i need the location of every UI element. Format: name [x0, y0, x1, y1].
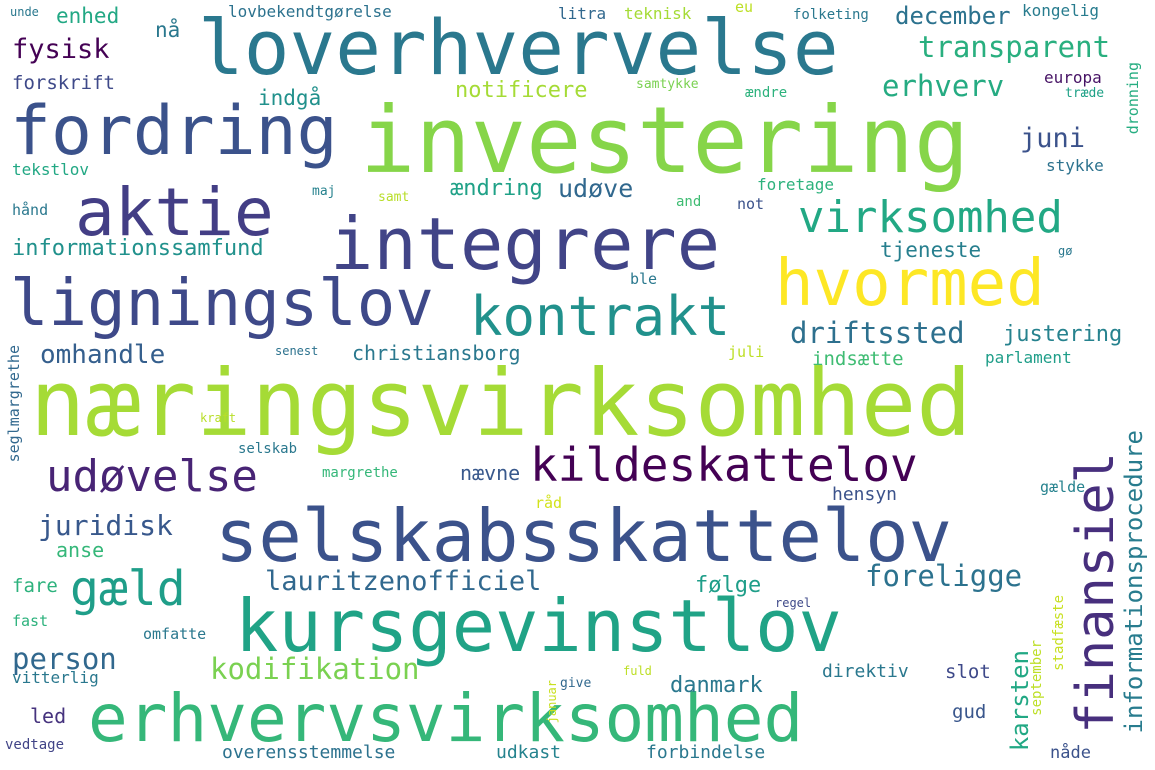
word-transparent: transparent [918, 30, 1111, 64]
word-parlament: parlament [985, 348, 1072, 367]
word-foretage: foretage [757, 175, 835, 194]
word-senest: senest [275, 344, 319, 358]
word-udoeve: udøve [558, 174, 634, 203]
word-fuld: fuld [623, 664, 652, 678]
word-danmark: danmark [670, 673, 763, 698]
word-teknisk: teknisk [624, 4, 692, 23]
word-cloud: næringsvirksomhed investering loverhverv… [0, 0, 1155, 770]
word-erhverv: erhverv [882, 69, 1005, 103]
word-kongelig: kongelig [1022, 1, 1100, 20]
word-folketing: folketing [793, 7, 869, 23]
word-omfatte: omfatte [143, 625, 207, 643]
word-tjeneste: tjeneste [880, 238, 982, 262]
word-december: december [895, 2, 1011, 30]
word-gaelde: gælde [1040, 478, 1086, 496]
word-samt: samt [378, 190, 410, 205]
word-forbindelse: forbindelse [646, 742, 766, 763]
word-naade: nåde [1050, 743, 1091, 763]
word-januar: januar [545, 680, 559, 724]
word-regel: regel [775, 596, 812, 610]
word-overensstemmelse: overensstemmelse [222, 742, 396, 763]
word-slot: slot [945, 661, 991, 683]
word-lovbekendtgoerelse: lovbekendtgørelse [228, 2, 392, 21]
word-virksomhed: virksomhed [798, 192, 1063, 243]
word-informationsprocedure: informationsprocedure [1120, 430, 1148, 734]
word-unde: unde [10, 5, 39, 19]
word-maj: maj [312, 184, 336, 199]
word-foelge: følge [695, 573, 762, 598]
word-traede: træde [1065, 86, 1105, 101]
word-kraft: kraft [200, 411, 237, 425]
word-justering: justering [1003, 322, 1123, 347]
word-juni: juni [1020, 123, 1086, 154]
word-give: give [560, 676, 592, 691]
word-foreligge: foreligge [865, 559, 1023, 593]
word-loverhvervelse: loverhvervelse [198, 3, 839, 92]
word-september: september [1029, 640, 1045, 716]
word-led: led [30, 704, 67, 728]
word-lauritzenofficiel: lauritzenofficiel [265, 566, 542, 597]
word-eu: eu [735, 0, 754, 16]
word-gaeld: gæld [70, 561, 186, 617]
word-litra: litra [558, 4, 607, 23]
word-gud: gud [952, 701, 987, 723]
word-direktiv: direktiv [822, 661, 909, 682]
word-udoevelse: udøvelse [46, 451, 258, 502]
word-kodifikation: kodifikation [210, 652, 420, 686]
word-enhed: enhed [56, 4, 120, 28]
word-samtykke: samtykke [636, 77, 699, 92]
word-kildeskattelov: kildeskattelov [530, 438, 918, 492]
word-stykke: stykke [1046, 156, 1104, 175]
word-tekstlov: tekstlov [12, 160, 90, 179]
word-omhandle: omhandle [40, 340, 166, 370]
word-kontrakt: kontrakt [470, 285, 731, 348]
word-dronning: dronning [1124, 62, 1142, 135]
word-vedtage: vedtage [5, 737, 65, 753]
word-goe: gø [1058, 244, 1073, 258]
word-and: and [676, 194, 702, 210]
word-fysisk: fysisk [12, 34, 110, 65]
word-selskabsskattelov: selskabsskattelov [215, 494, 952, 578]
word-udkast: udkast [496, 742, 562, 763]
word-aendring: ændring [450, 176, 543, 201]
word-raad: råd [535, 494, 563, 512]
word-driftssted: driftssted [790, 316, 965, 350]
word-haand: hånd [12, 201, 49, 219]
word-juli: juli [728, 343, 765, 361]
word-naevne: nævne [460, 461, 521, 485]
word-fare: fare [12, 575, 58, 597]
word-informationssamfund: informationssamfund [12, 236, 264, 261]
word-stadfaeste: stadfæste [1051, 595, 1067, 671]
word-juridisk: juridisk [38, 509, 173, 542]
word-margrethe: margrethe [322, 465, 398, 481]
word-anse: anse [56, 538, 105, 562]
word-vitterlig: vitterlig [12, 668, 99, 687]
word-seglmargrethe: seglmargrethe [5, 345, 23, 463]
word-ligningslov: ligningslov [10, 267, 434, 341]
word-selskab: selskab [238, 441, 298, 457]
word-europa: europa [1044, 68, 1102, 87]
word-ble: ble [630, 270, 658, 288]
word-notificere: notificere [455, 78, 588, 103]
word-indgaa: indgå [258, 86, 322, 110]
word-hensyn: hensyn [832, 484, 898, 505]
word-aendre: ændre [745, 85, 788, 101]
word-fast: fast [12, 612, 49, 630]
word-investering: investering [360, 87, 970, 194]
word-indsaette: indsætte [812, 348, 904, 370]
word-naa: nå [155, 18, 181, 42]
word-christiansborg: christiansborg [352, 341, 521, 365]
word-forskrift: forskrift [12, 72, 115, 94]
word-not: not [737, 195, 765, 213]
word-naeringsvirksomhed: næringsvirksomhed [30, 350, 972, 457]
